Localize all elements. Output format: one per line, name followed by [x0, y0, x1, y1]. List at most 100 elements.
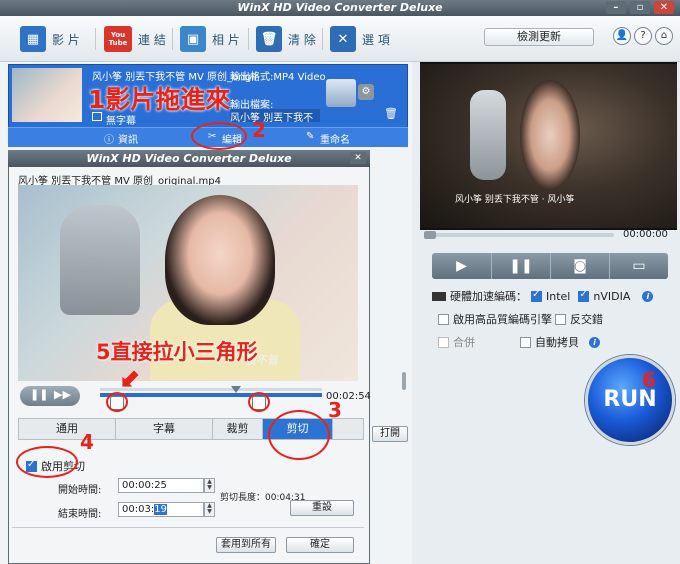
output-file-value[interactable]: 风小筝 別丟下我不管 MV: [230, 109, 320, 139]
clear-label: 清 除: [288, 32, 316, 47]
info-icon: ⓘ: [104, 135, 114, 146]
youtube-label: 連 結: [138, 32, 166, 47]
options-button[interactable]: ✕ 選 項: [330, 24, 390, 54]
add-photo-label: 相 片: [212, 32, 240, 47]
deinterlace-checkbox[interactable]: [555, 313, 566, 325]
home-icon[interactable]: ⌂: [655, 27, 673, 45]
help-icon[interactable]: ?: [634, 27, 652, 45]
preview-time: 00:00:00: [623, 229, 668, 240]
start-time-spinner[interactable]: ▲ ▼: [204, 478, 215, 493]
pause-icon[interactable]: ❚❚: [491, 253, 550, 279]
preview-caption: 风小筝 别丢下我不管 · 风小筝: [455, 195, 575, 205]
deinterlace-label: 反交錯: [570, 313, 603, 326]
annotation-4: 4: [80, 430, 94, 454]
rename-icon: ✎: [306, 131, 315, 142]
playhead-marker[interactable]: [231, 386, 241, 393]
end-time-label: 結束時間:: [58, 509, 102, 520]
play-icon[interactable]: ▶: [432, 253, 491, 279]
end-time-selected: 19: [154, 504, 167, 515]
tab-crop[interactable]: 裁剪: [213, 419, 263, 439]
info-button[interactable]: 資訊: [118, 131, 138, 146]
autocopy-row: 自動拷貝 i: [520, 334, 600, 350]
toolbar-divider: [248, 28, 249, 50]
nvidia-label: nVIDIA: [593, 289, 631, 303]
check-update-button[interactable]: 檢測更新: [484, 28, 594, 46]
maximize-button[interactable]: ▫: [630, 1, 650, 14]
end-time-spinner[interactable]: ▲ ▼: [204, 502, 215, 517]
trim-range[interactable]: [100, 393, 322, 397]
info-icon[interactable]: i: [642, 290, 654, 302]
toolbar-divider: [172, 28, 173, 50]
start-time-label: 開始時間:: [58, 485, 102, 496]
annotation-ring-start: [106, 392, 128, 412]
hw-accel-row: 硬體加速編碼： Intel nVIDIA i: [432, 288, 654, 304]
reset-button[interactable]: 重設: [290, 500, 354, 516]
options-label: 選 項: [362, 32, 390, 47]
apply-all-button[interactable]: 套用到所有: [216, 537, 276, 553]
snapshot-camera-icon[interactable]: ◙: [550, 253, 609, 279]
add-video-button[interactable]: ▦ 影 片: [20, 24, 80, 54]
settings-gear-icon[interactable]: ⚙: [358, 84, 374, 100]
dialog-titlebar: WinX HD Video Converter Deluxe ✕: [8, 150, 370, 167]
video-microphone: [60, 205, 140, 315]
delete-task-icon[interactable]: 🗑: [384, 107, 398, 120]
trash-icon: 🗑: [256, 26, 282, 52]
rename-button[interactable]: 重命名: [320, 131, 350, 146]
app-titlebar: WinX HD Video Converter Deluxe – ▫ ✕: [0, 0, 680, 16]
annotation-5: 5直接拉小三角形: [96, 340, 258, 364]
hq-engine-label: 啟用高品質編碼引擎: [453, 313, 552, 326]
deinterlace-row: 反交錯: [555, 311, 603, 327]
merge-checkbox[interactable]: [438, 336, 449, 348]
format-clapper-icon[interactable]: [326, 79, 356, 107]
task-format: 輸出格式:MP4 Video: [230, 72, 326, 83]
open-button[interactable]: 打開: [372, 426, 408, 442]
toolbar-divider: [95, 28, 96, 50]
autocopy-checkbox[interactable]: [520, 336, 531, 348]
task-list-scrollbar[interactable]: [400, 150, 408, 390]
preview-microphone: [470, 90, 506, 180]
intel-label: Intel: [546, 289, 571, 303]
nvidia-checkbox[interactable]: [578, 289, 590, 302]
merge-label: 合併: [453, 336, 475, 349]
video-person-face: [165, 195, 275, 325]
annotation-ring-edit: [191, 122, 247, 150]
tab-subtitle[interactable]: 字幕: [116, 419, 213, 439]
start-time-field[interactable]: 00:00:25: [118, 478, 204, 493]
end-time-prefix: 00:03:: [122, 504, 155, 515]
hq-engine-checkbox[interactable]: [438, 313, 449, 325]
annotation-6: 6: [642, 368, 656, 392]
tab-general[interactable]: 通用: [19, 419, 116, 439]
ok-button[interactable]: 確定: [286, 537, 354, 553]
player-controls: ▶ ❚❚ ◙ ▭: [432, 253, 668, 279]
annotation-3: 3: [328, 398, 342, 422]
dialog-close-icon[interactable]: ✕: [350, 152, 366, 164]
folder-icon[interactable]: ▭: [609, 253, 668, 279]
preview-person: [520, 80, 580, 190]
add-photo-button[interactable]: ▣ 相 片: [180, 24, 240, 54]
photo-icon: ▣: [180, 26, 206, 52]
pause-icon[interactable]: ❚❚: [30, 388, 48, 401]
arrow-icon: ⬋: [120, 363, 142, 393]
film-add-icon: ▦: [20, 26, 46, 52]
close-button[interactable]: ✕: [654, 1, 674, 14]
dialog-divider: [12, 527, 364, 528]
annotation-ring-end: [248, 392, 270, 412]
youtube-url-button[interactable]: You Tube 連 結: [104, 24, 166, 54]
hw-accel-label: 硬體加速編碼：: [450, 290, 527, 303]
hq-engine-row: 啟用高品質編碼引擎: [438, 311, 552, 327]
youtube-icon: You Tube: [104, 26, 132, 52]
merge-row: 合併: [438, 334, 475, 350]
annotation-ring-tab: [268, 410, 330, 460]
clear-button[interactable]: 🗑 清 除: [256, 24, 316, 54]
account-icon[interactable]: 👤: [613, 27, 631, 45]
intel-checkbox[interactable]: [531, 289, 542, 302]
end-time-field[interactable]: 00:03:19: [118, 502, 204, 517]
minimize-button[interactable]: –: [606, 1, 626, 14]
tools-icon: ✕: [330, 26, 356, 52]
annotation-2: 2: [252, 118, 266, 142]
dialog-title: WinX HD Video Converter Deluxe: [86, 152, 292, 165]
run-button[interactable]: RUN: [585, 355, 675, 445]
fast-forward-icon[interactable]: ▶▶: [54, 388, 71, 401]
info-icon[interactable]: i: [589, 336, 600, 348]
autocopy-label: 自動拷貝: [535, 336, 579, 349]
